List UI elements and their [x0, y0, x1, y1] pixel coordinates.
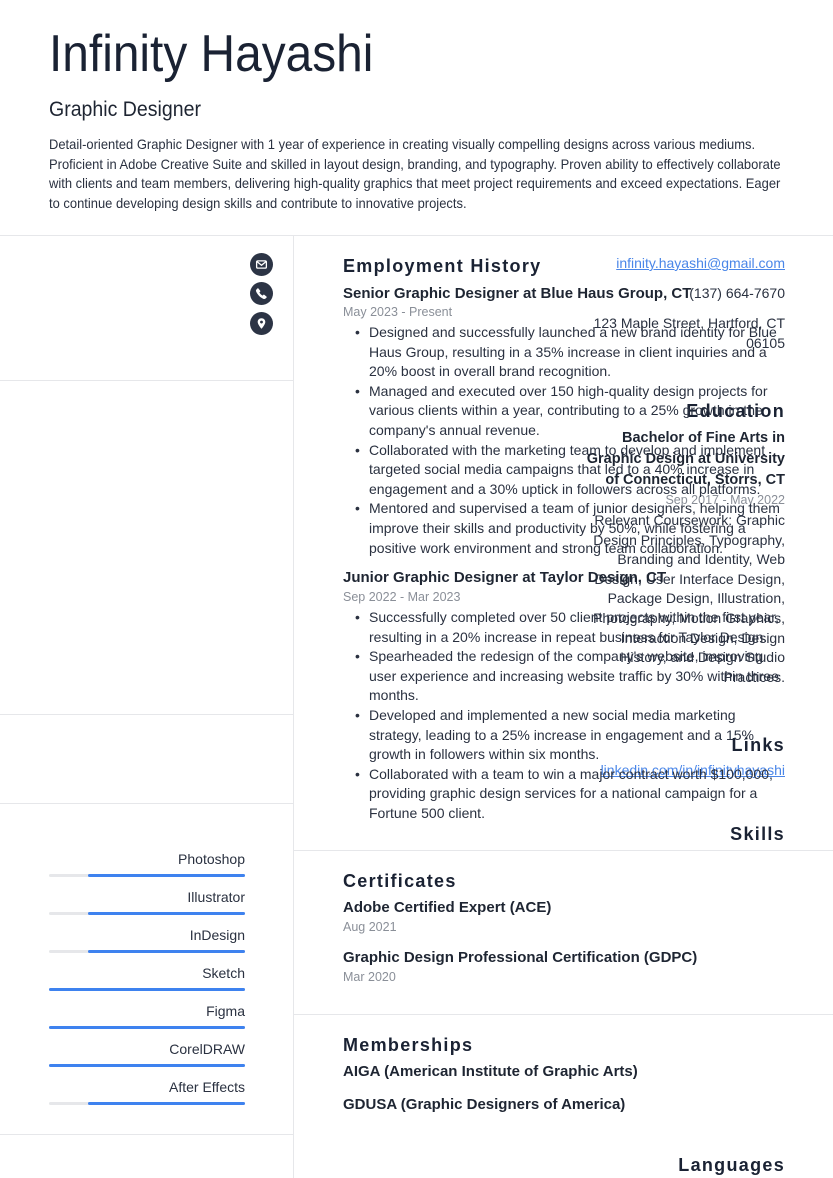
location-pin-icon — [250, 312, 273, 335]
skill-level-bar — [49, 912, 245, 915]
skills-heading: Skills — [730, 824, 785, 844]
resume-header: Infinity Hayashi Graphic Designer Detail… — [49, 22, 809, 213]
skill-level-fill — [49, 1064, 245, 1067]
skill-item: CorelDRAW — [49, 1040, 245, 1072]
skill-level-bar — [49, 1064, 245, 1067]
job-2-bullets: Successfully completed over 50 client pr… — [355, 608, 785, 824]
skill-item: Figma — [49, 1002, 245, 1034]
list-item: Designed and successfully launched a new… — [355, 323, 785, 382]
job-2-title: Junior Graphic Designer at Taylor Design… — [343, 569, 667, 586]
membership-item: AIGA (American Institute of Graphic Arts… — [343, 1063, 638, 1080]
skill-level-fill — [88, 874, 245, 877]
membership-item: GDUSA (Graphic Designers of America) — [343, 1096, 626, 1113]
job-title: Graphic Designer — [49, 98, 201, 121]
employment-heading: Employment History — [343, 256, 542, 276]
skill-level-bar — [49, 1026, 245, 1029]
skill-level-fill — [88, 1102, 245, 1105]
list-item: Successfully completed over 50 client pr… — [355, 608, 785, 647]
memberships-heading: Memberships — [343, 1035, 474, 1055]
list-item: Managed and executed over 150 high-quali… — [355, 382, 785, 441]
skill-level-fill — [49, 1026, 245, 1029]
skill-item: Photoshop — [49, 850, 245, 882]
skill-level-bar — [49, 874, 245, 877]
candidate-name: Infinity Hayashi — [49, 25, 374, 83]
employment-divider — [294, 850, 833, 851]
phone-number: (137) 664-7670 — [689, 285, 785, 301]
certificate-name: Adobe Certified Expert (ACE) — [343, 899, 552, 916]
job-1-bullets: Designed and successfully launched a new… — [355, 323, 785, 558]
certificate-date: Aug 2021 — [343, 920, 397, 934]
column-divider — [293, 236, 294, 1178]
phone-icon — [250, 282, 273, 305]
list-item: Spearheaded the redesign of the company'… — [355, 647, 785, 706]
skill-level-fill — [49, 988, 245, 991]
skill-name: InDesign — [189, 927, 245, 943]
skill-level-bar — [49, 950, 245, 953]
certificate-date: Mar 2020 — [343, 970, 396, 984]
list-item: Collaborated with the marketing team to … — [355, 441, 785, 500]
languages-heading: Languages — [678, 1155, 785, 1175]
skill-name: Figma — [206, 1003, 245, 1019]
list-item: Mentored and supervised a team of junior… — [355, 499, 785, 558]
skill-name: Sketch — [202, 965, 245, 981]
skill-level-bar — [49, 988, 245, 991]
profile-summary: Detail-oriented Graphic Designer with 1 … — [49, 136, 781, 211]
certificates-heading: Certificates — [343, 871, 457, 891]
job-1-dates: May 2023 - Present — [343, 305, 453, 319]
education-divider — [0, 714, 293, 715]
job-1-title: Senior Graphic Designer at Blue Haus Gro… — [343, 285, 692, 302]
envelope-icon — [250, 253, 273, 276]
email-link[interactable]: infinity.hayashi@gmail.com — [616, 254, 785, 274]
skill-item: Illustrator — [49, 888, 245, 920]
list-item: Developed and implemented a new social m… — [355, 706, 785, 765]
contact-divider — [0, 380, 293, 381]
skill-level-fill — [88, 950, 245, 953]
job-2-dates: Sep 2022 - Mar 2023 — [343, 590, 461, 604]
list-item: Collaborated with a team to win a major … — [355, 765, 785, 824]
certificate-name: Graphic Design Professional Certificatio… — [343, 949, 698, 966]
skill-level-fill — [88, 912, 245, 915]
skill-name: Illustrator — [187, 889, 245, 905]
certificates-divider — [294, 1014, 833, 1015]
links-divider — [0, 803, 293, 804]
skill-name: CorelDRAW — [169, 1041, 245, 1057]
skill-level-bar — [49, 1102, 245, 1105]
skill-item: After Effects — [49, 1078, 245, 1110]
skills-divider — [0, 1134, 293, 1135]
header-divider — [0, 235, 833, 236]
skill-name: Photoshop — [178, 851, 245, 867]
skill-item: InDesign — [49, 926, 245, 958]
skill-item: Sketch — [49, 964, 245, 996]
skill-name: After Effects — [169, 1079, 245, 1095]
